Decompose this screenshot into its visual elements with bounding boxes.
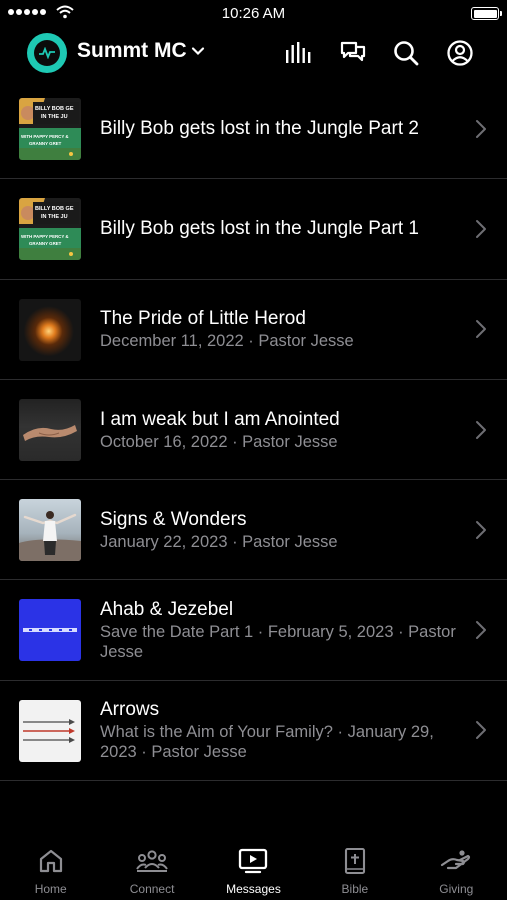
giving-hand-icon	[441, 850, 471, 870]
messages-list: BILLY BOB GE IN THE JU WITH PAPPY PERCY …	[0, 79, 507, 782]
message-row[interactable]: I am weak but I am Anointed October 16, …	[0, 380, 507, 481]
message-thumbnail: BILLY BOB GE IN THE JU WITH PAPPY PERCY …	[19, 98, 81, 160]
pulse-icon	[39, 47, 55, 59]
chevron-right-icon	[476, 320, 486, 339]
message-thumbnail	[19, 298, 81, 361]
message-title: Signs & Wonders	[100, 508, 247, 530]
message-title: The Pride of Little Herod	[100, 308, 306, 330]
clock: 10:26 AM	[221, 5, 286, 22]
home-icon	[39, 849, 62, 873]
message-row[interactable]: BILLY BOB GE IN THE JU WITH PAPPY PERCY …	[0, 79, 507, 180]
message-subtitle: December 11, 2022 · Pastor Jesse	[100, 332, 354, 351]
message-subtitle: What is the Aim of Your Family? · Januar…	[100, 723, 434, 762]
message-row[interactable]: Ahab & Jezebel Save the Date Part 1 · Fe…	[0, 580, 507, 681]
message-thumbnail	[19, 398, 81, 461]
message-title: Arrows	[100, 699, 160, 721]
search-icon[interactable]	[391, 38, 421, 68]
play-screen-icon	[239, 848, 268, 874]
message-subtitle: Save the Date Part 1 · February 5, 2023 …	[100, 623, 456, 662]
tab-messages[interactable]: Messages	[203, 838, 304, 900]
chevron-right-icon	[476, 621, 486, 640]
chevron-right-icon	[476, 420, 486, 439]
tab-label: Connect	[129, 882, 175, 896]
tab-connect[interactable]: Connect	[101, 838, 202, 900]
message-row[interactable]: Signs & Wonders January 22, 2023 · Pasto…	[0, 480, 507, 581]
chevron-right-icon	[476, 219, 486, 238]
thumb-text-4: GRANNY GRET	[29, 241, 62, 246]
thumb-text-4: GRANNY GRET	[29, 141, 62, 146]
audio-levels-icon[interactable]	[283, 38, 313, 68]
bible-icon	[344, 847, 365, 875]
tab-label: Giving	[439, 882, 474, 896]
thumb-text-1: BILLY BOB GE	[35, 106, 74, 112]
chevron-right-icon	[476, 119, 486, 138]
thumb-text-1: BILLY BOB GE	[35, 206, 74, 212]
message-row[interactable]: BILLY BOB GE IN THE JU WITH PAPPY PERCY …	[0, 179, 507, 280]
message-subtitle: October 16, 2022 · Pastor Jesse	[100, 432, 338, 451]
tab-home[interactable]: Home	[0, 838, 101, 900]
chat-bubbles-icon[interactable]	[338, 38, 368, 68]
message-title: Billy Bob gets lost in the Jungle Part 1	[100, 218, 419, 240]
status-bar: 10:26 AM	[0, 0, 507, 28]
people-icon	[136, 850, 168, 872]
message-title: Ahab & Jezebel	[100, 599, 234, 621]
message-thumbnail	[19, 599, 81, 662]
message-thumbnail: BILLY BOB GE IN THE JU WITH PAPPY PERCY …	[19, 198, 81, 261]
message-row[interactable]: Arrows What is the Aim of Your Family? ·…	[0, 681, 507, 782]
tab-giving[interactable]: Giving	[406, 838, 507, 900]
message-title: I am weak but I am Anointed	[100, 408, 340, 430]
message-thumbnail	[19, 699, 81, 762]
tab-label: Home	[34, 882, 67, 896]
chevron-down-icon[interactable]	[190, 43, 206, 59]
profile-icon[interactable]	[445, 38, 475, 68]
tab-label: Bible	[341, 882, 369, 896]
org-logo[interactable]	[27, 33, 67, 73]
thumb-text-3: WITH PAPPY PERCY &	[21, 134, 69, 139]
org-name[interactable]: Summt MC	[77, 39, 187, 63]
chevron-right-icon	[476, 721, 486, 740]
thumb-text-3: WITH PAPPY PERCY &	[21, 234, 69, 239]
app-header: Summt MC	[0, 28, 507, 80]
message-thumbnail	[19, 499, 81, 562]
tab-label: Messages	[226, 882, 281, 896]
thumb-text-2: IN THE JU	[41, 114, 68, 120]
tab-bible[interactable]: Bible	[304, 838, 405, 900]
message-row[interactable]: The Pride of Little Herod December 11, 2…	[0, 280, 507, 380]
thumb-text-2: IN THE JU	[41, 214, 68, 220]
battery-icon	[471, 7, 502, 20]
message-subtitle: January 22, 2023 · Pastor Jesse	[100, 532, 338, 551]
chevron-right-icon	[476, 520, 486, 539]
tab-bar: Home Connect Messages Bible Giving	[0, 838, 507, 900]
message-title: Billy Bob gets lost in the Jungle Part 2	[100, 118, 419, 140]
